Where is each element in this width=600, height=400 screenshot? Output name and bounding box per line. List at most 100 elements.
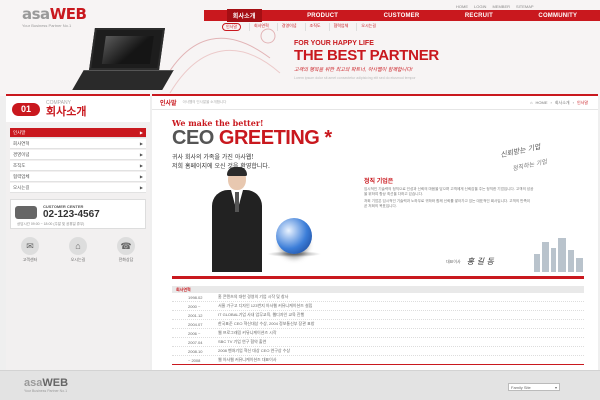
side-menu-greeting[interactable]: 인사말 ▶ [10,128,146,138]
side-menu-label: 경영이념 [13,151,30,157]
chevron-right-icon: ▶ [139,130,143,135]
city-skyline-image [532,236,584,272]
history-event: 2008 벤처기업 혁신 대상 CEO 연구상 수상 [218,348,291,353]
side-menu-org[interactable]: 조직도 ▶ [10,161,146,171]
footer-tagline: Your Business Partner No.1 [24,389,68,393]
greeting-heading: 정직 기업은 [364,179,394,185]
table-row: ~ 2008 웹 아사웹 커뮤니케이션즈 대표이사 [172,356,584,365]
side-menu-label: 오시는길 [13,184,30,190]
side-menu-partners[interactable]: 협력업체 ▶ [10,172,146,182]
history-event: 웹 아사웹 커뮤니케이션즈 대표이사 [218,357,277,362]
top-link-sitemap[interactable]: SITEMAP [516,4,534,9]
history-year: 2001.12 [188,312,203,318]
main-content: 인사말 아사웹의 인사말을 소개합니다 ⌂ HOME › 회사소개 › 인사말 … [152,94,598,370]
page-description: 아사웹의 인사말을 소개합니다 [182,100,227,104]
section-title-ko: 회사소개 [46,106,87,118]
hero-line4: Lorem ipsum dolor sit amet consectetur a… [294,76,416,80]
quick-link-label: 고객센터 [22,257,38,262]
customer-center: CUSTOMER CENTER 02-123-4567 상담시간 09:00 ~… [10,199,146,229]
table-row: 2007.04 SBC TV 기업 연구 협약 출연 [172,338,584,347]
history-title: 회사연혁 [172,286,584,293]
logo[interactable]: asaWEB Your Business Partner No.1 [22,5,87,28]
side-menu-history[interactable]: 회사연혁 ▶ [10,139,146,149]
top-link-login[interactable]: LOGIN [474,4,486,9]
history-year: 1998.02 [188,294,203,300]
nav-community[interactable]: COMMUNITY [538,13,577,19]
greeting-paragraph: 저희 기업은 임시적인 기술력과 노하우로 귀하와 함께 신뢰를 쌓아가고 있는… [364,199,531,208]
history-event: 웹 프로그래밍 커뮤니케이션즈 시작 [218,330,277,335]
section-divider [172,276,584,279]
table-row: 1998.02 홈 콘텐츠의 대한 경영의 기업 시작 및 창사 [172,293,584,302]
side-menu-philosophy[interactable]: 경영이념 ▶ [10,150,146,160]
side-menu: 인사말 ▶ 회사연혁 ▶ 경영이념 ▶ 조직도 ▶ 협력업체 ▶ 오시는길 ▶ [6,128,150,193]
main-nav: 회사소개 PRODUCT CUSTOMER RECRUIT COMMUNITY [204,9,600,22]
history-event: 홈 콘텐츠의 대한 경영의 기업 시작 및 창사 [218,294,289,299]
subnav-org[interactable]: 조직도 [304,23,321,31]
history-event: IT GLOBAL기업 사내 업무교육, 웹디자인 교육 진행 [218,312,305,317]
greet-title-b: GREETING * [218,127,332,149]
globe-icon [276,218,312,254]
top-link-home[interactable]: HOME [456,4,468,9]
sub-nav: 인사말 회사연혁 경영이념 조직도 협력업체 오시는길 [222,23,376,31]
quick-link-location[interactable]: ⌂ 오시는길 [58,237,98,263]
chevron-right-icon: ▶ [139,141,143,146]
hero-banner: FOR YOUR HAPPY LIFE THE BEST PARTNER 고객의… [294,40,534,80]
nav-company[interactable]: 회사소개 [226,9,262,22]
subnav-philosophy[interactable]: 경영이념 [276,23,297,31]
history-table: 회사연혁 1998.02 홈 콘텐츠의 대한 경영의 기업 시작 및 창사 200… [172,286,584,365]
subnav-greeting[interactable]: 인사말 [222,23,242,31]
header: asaWEB Your Business Partner No.1 HOME L… [0,0,600,96]
side-menu-label: 협력업체 [13,173,30,179]
table-row: 2006 ~ 웹 프로그래밍 커뮤니케이션즈 시작 [172,329,584,338]
subnav-location[interactable]: 오시는길 [356,23,376,31]
nav-customer[interactable]: CUSTOMER [384,13,420,19]
subnav-history[interactable]: 회사연혁 [249,23,269,31]
breadcrumb: ⌂ HOME › 회사소개 › 인사말 [530,100,588,106]
side-menu-label: 인사말 [13,129,26,135]
history-event: 서울 가구고 디자인 123번지 아사웹 커뮤니케이션즈 설립 [218,303,313,308]
hero-line3: 고객의 행복을 위한 최고의 파트너, 아사웹이 함께합니다! [294,67,413,73]
history-year: 2006 ~ [188,330,201,336]
greeting-body: 정직 기업은 임시적인 기술력의 정직으로 인성과 신뢰의 마음을 담으며 고객… [364,176,534,209]
quick-links: ✉ 고객센터 ⌂ 오시는길 ☎ 전화상담 [6,237,150,263]
side-menu-location[interactable]: 오시는길 ▶ [10,183,146,193]
phone-icon: ☎ [117,237,135,255]
greet-title-a: CEO [172,127,219,149]
side-menu-label: 회사연혁 [13,140,30,146]
quick-link-label: 전화상담 [118,257,134,262]
footer: asaWEB Your Business Partner No.1 Family… [0,370,600,400]
breadcrumb-section[interactable]: 회사소개 [555,100,570,106]
footer-brand-a: asa [24,377,43,389]
home-icon: ⌂ [69,237,87,255]
section-title: 01 COMPANY 회사소개 [6,96,150,122]
history-year: 2008.10 [188,348,203,354]
breadcrumb-current: 인사말 [576,100,588,105]
history-year: 2007.04 [188,339,203,345]
hero-line2: THE BEST PARTNER [294,47,439,64]
nav-product[interactable]: PRODUCT [307,13,338,19]
quick-link-label: 오시는길 [70,257,86,262]
rep-label: 대표이사 [446,258,461,264]
footer-brand-b: WEB [42,377,69,389]
side-menu-label: 조직도 [13,162,26,168]
quick-link-call[interactable]: ☎ 전화상담 [106,237,146,263]
ceo-greeting: We make the better! CEO GREETING * 귀사 회사… [172,118,584,272]
chevron-down-icon: ▾ [554,384,557,390]
subnav-partners[interactable]: 협력업체 [328,23,348,31]
family-site-select[interactable]: Family Site ▾ [508,383,560,391]
chevron-right-icon: ▶ [139,152,143,157]
logo-brand-b: WEB [49,5,87,23]
chevron-right-icon: ▶ [139,185,143,190]
footer-logo[interactable]: asaWEB Your Business Partner No.1 [24,377,68,393]
breadcrumb-home[interactable]: HOME [536,100,548,106]
chevron-right-icon: ▶ [139,174,143,179]
family-site-label: Family Site [511,384,531,390]
page-title: 인사말 [160,101,177,107]
nav-recruit[interactable]: RECRUIT [465,13,493,19]
signature: 대표이사 홍 길 동 [446,256,494,267]
quick-link-support[interactable]: ✉ 고객센터 [10,237,50,263]
cs-phone: 02-123-4567 [43,209,100,220]
ceo-photo [208,167,266,272]
top-link-member[interactable]: MEMBER [492,4,510,9]
chevron-right-icon: ▶ [139,163,143,168]
